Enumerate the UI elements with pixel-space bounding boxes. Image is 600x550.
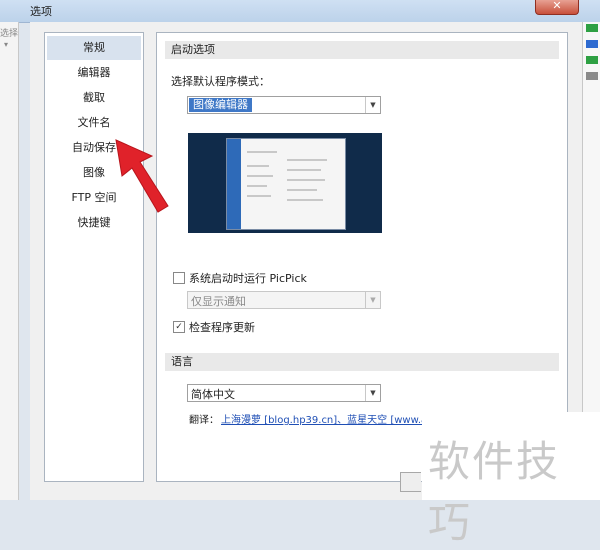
preview-sidebar [227,139,241,229]
language-section-header: 语言 [165,353,559,371]
preview-line [287,199,323,201]
nav-item-capture[interactable]: 截取 [47,86,141,110]
chevron-down-icon[interactable]: ▼ [365,385,380,401]
color-swatch-icon [586,72,598,80]
preview-line [247,175,273,177]
preview-line [287,179,325,181]
translator-label: 翻译： [189,415,219,426]
watermark: 软件技巧 [422,412,600,547]
chevron-down-icon[interactable]: ▼ [365,97,380,113]
color-swatch-icon [586,56,598,64]
title-bar: 选项 ✕ [0,0,600,23]
color-swatch-icon [586,40,598,48]
red-arrow-icon [115,139,169,213]
preview-line [287,169,321,171]
startup-section-header: 启动选项 [165,41,559,59]
run-on-startup-checkbox[interactable] [173,272,185,284]
preview-line [247,185,267,187]
nav-item-general[interactable]: 常规 [47,36,141,60]
watermark-text: 软件技巧 [428,437,561,547]
settings-nav: 常规 编辑器 截取 文件名 自动保存 图像 FTP 空间 快捷键 [44,32,144,482]
toolbar-fragment-label: 选择 [0,29,19,39]
preview-line [287,159,327,161]
mode-select-value: 图像编辑器 [189,98,252,112]
preview-line [287,189,317,191]
check-updates-checkbox[interactable]: ✓ [173,321,185,333]
nav-item-editor[interactable]: 编辑器 [47,61,141,85]
language-select[interactable]: 简体中文 ▼ [187,384,381,402]
preview-line [247,195,271,197]
preview-window [226,138,346,230]
app-toolbar-edge: 选择 ▾ [0,22,19,500]
mode-label: 选择默认程序模式： [171,75,270,88]
run-on-startup-label: 系统启动时运行 PicPick [189,272,307,285]
language-select-value: 简体中文 [191,388,235,401]
close-button[interactable]: ✕ [535,0,579,15]
check-updates-label: 检查程序更新 [189,321,255,334]
notify-select[interactable]: 仅显示通知 ▼ [187,291,381,309]
preview-line [247,151,277,153]
color-swatch-icon [586,24,598,32]
mode-select[interactable]: 图像编辑器 ▼ [187,96,381,114]
chevron-down-icon[interactable]: ▼ [365,292,380,308]
checkmark-icon: ✓ [175,322,183,332]
dialog-button-fragment[interactable] [400,472,421,492]
window-title: 选项 [30,5,52,18]
mode-preview-image [188,133,382,233]
preview-line [247,165,269,167]
chevron-down-icon: ▾ [4,40,9,49]
notify-select-value: 仅显示通知 [191,295,246,308]
